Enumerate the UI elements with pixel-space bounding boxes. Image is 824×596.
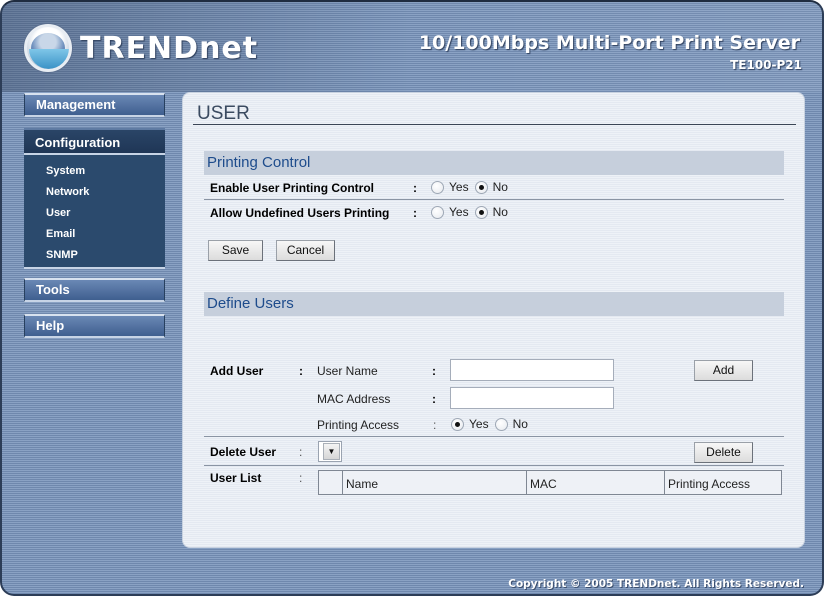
radio-label-yes: Yes — [449, 205, 469, 219]
user-list-table: Name MAC Printing Access — [318, 470, 782, 495]
table-header-select — [319, 471, 343, 494]
table-header-printing-access: Printing Access — [668, 477, 751, 491]
user-name-label: User Name — [317, 364, 378, 378]
allow-yes-radio[interactable] — [431, 205, 444, 219]
printing-access-radio-group: Yes No — [451, 417, 534, 431]
nav-item-snmp[interactable]: SNMP — [24, 247, 165, 268]
printing-control-heading: Printing Control — [204, 151, 784, 175]
nav-configuration-submenu: System Network User Email SNMP — [24, 155, 165, 269]
allow-no-radio[interactable] — [474, 205, 488, 219]
delete-user-select[interactable]: ▼ — [318, 441, 342, 462]
colon: : — [432, 364, 436, 378]
table-header-mac: MAC — [527, 471, 665, 494]
radio-label-no: No — [492, 180, 508, 194]
product-model: TE100-P21 — [730, 58, 802, 72]
title-divider — [193, 124, 796, 125]
user-list-label: User List — [210, 471, 262, 485]
row-divider — [204, 199, 784, 200]
copyright-text: Copyright © 2005 TRENDnet. All Rights Re… — [508, 578, 804, 590]
nav-item-email[interactable]: Email — [24, 226, 165, 247]
radio-label-no: No — [512, 417, 528, 431]
nav-item-system[interactable]: System — [24, 163, 165, 184]
logo-globe-icon — [24, 24, 72, 72]
colon: : — [299, 445, 303, 459]
access-yes-radio[interactable] — [451, 417, 464, 431]
colon: : — [413, 206, 417, 220]
row-divider — [204, 465, 784, 466]
allow-undefined-users-label: Allow Undefined Users Printing — [210, 206, 390, 220]
main-panel: USER Printing Control Enable User Printi… — [182, 92, 805, 548]
table-header-name: Name — [343, 471, 527, 494]
mac-address-input[interactable] — [450, 387, 614, 409]
enable-user-printing-radio-group: Yes No — [431, 180, 514, 194]
enable-user-printing-label: Enable User Printing Control — [210, 181, 375, 195]
colon: : — [299, 364, 303, 378]
save-button[interactable]: Save — [208, 240, 263, 261]
nav-item-network[interactable]: Network — [24, 184, 165, 205]
delete-user-label: Delete User — [210, 445, 277, 459]
allow-undefined-radio-group: Yes No — [431, 205, 514, 219]
radio-label-no: No — [492, 205, 508, 219]
colon: : — [413, 181, 417, 195]
nav-tools[interactable]: Tools — [24, 278, 165, 302]
app-frame: TRENDnet 10/100Mbps Multi-Port Print Ser… — [0, 0, 824, 596]
product-title: 10/100Mbps Multi-Port Print Server — [418, 32, 800, 54]
nav-configuration[interactable]: Configuration — [24, 128, 165, 155]
row-divider — [204, 436, 784, 437]
enable-yes-radio[interactable] — [431, 180, 444, 194]
delete-button[interactable]: Delete — [694, 442, 753, 463]
page-title: USER — [197, 103, 250, 124]
nav-item-user[interactable]: User — [24, 205, 165, 226]
enable-no-radio[interactable] — [474, 180, 488, 194]
trendnet-logo: TRENDnet — [24, 24, 258, 72]
user-name-input[interactable] — [450, 359, 614, 381]
mac-address-label: MAC Address — [317, 392, 391, 406]
nav-help[interactable]: Help — [24, 314, 165, 338]
colon: : — [299, 471, 303, 485]
nav-management[interactable]: Management — [24, 93, 165, 117]
radio-label-yes: Yes — [449, 180, 469, 194]
add-user-label: Add User — [210, 364, 264, 378]
printing-access-label: Printing Access — [317, 418, 400, 432]
brand-name: TRENDnet — [80, 30, 259, 66]
cancel-button[interactable]: Cancel — [276, 240, 335, 261]
access-no-radio[interactable] — [494, 417, 508, 431]
colon: : — [432, 392, 436, 406]
colon: : — [433, 418, 437, 432]
define-users-heading: Define Users — [204, 292, 784, 316]
chevron-down-icon[interactable]: ▼ — [323, 443, 340, 460]
add-button[interactable]: Add — [694, 360, 753, 381]
radio-label-yes: Yes — [469, 417, 489, 431]
